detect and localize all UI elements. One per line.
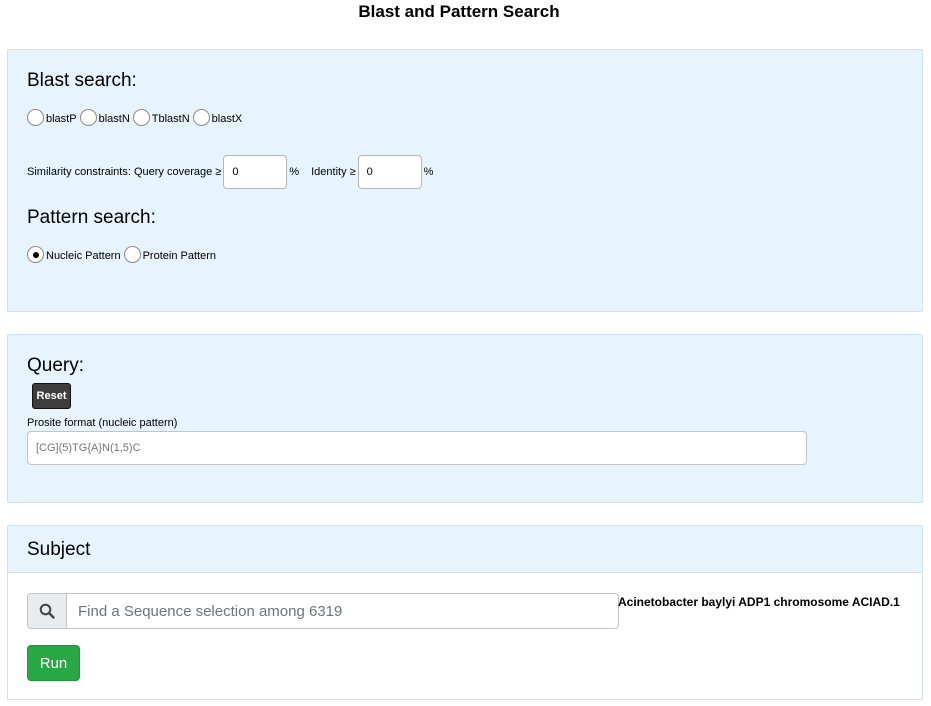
blastp-radio[interactable] (27, 109, 44, 126)
similarity-constraints: Similarity constraints: Query coverage ≥… (27, 155, 433, 189)
search-options-panel: Blast search: blastP blastN TblastN blas… (7, 49, 923, 312)
query-panel: Query: Reset Prosite format (nucleic pat… (7, 334, 923, 503)
blast-program-options: blastP blastN TblastN blastX (27, 109, 245, 126)
selected-sequence-label: Acinetobacter baylyi ADP1 chromosome ACI… (618, 595, 900, 609)
nucleic-pattern-label: Nucleic Pattern (46, 250, 121, 262)
query-heading: Query: (27, 355, 85, 376)
subject-header: Subject (8, 526, 922, 573)
prosite-format-label: Prosite format (nucleic pattern) (27, 417, 178, 429)
protein-pattern-radio[interactable] (123, 246, 141, 263)
subject-panel: Subject Acinetobacter baylyi ADP1 chromo… (7, 525, 923, 700)
nucleic-pattern-radio[interactable] (27, 246, 44, 263)
blastn-label: blastN (98, 113, 130, 125)
run-button[interactable]: Run (27, 645, 80, 681)
coverage-unit: % (289, 166, 300, 178)
reset-button[interactable]: Reset (32, 383, 71, 409)
coverage-label: Similarity constraints: Query coverage ≥ (27, 166, 222, 178)
pattern-input[interactable] (27, 431, 807, 465)
tblastn-label: TblastN (151, 113, 190, 125)
sequence-search-group (27, 593, 619, 629)
page-title: Blast and Pattern Search (358, 2, 560, 21)
search-icon (27, 593, 66, 629)
identity-input[interactable] (357, 155, 422, 189)
blastx-radio[interactable] (192, 109, 210, 126)
identity-label: Identity ≥ (311, 166, 356, 178)
blast-search-heading: Blast search: (27, 70, 137, 91)
subject-heading: Subject (27, 539, 91, 560)
blastp-label: blastP (46, 113, 77, 125)
protein-pattern-label: Protein Pattern (142, 250, 216, 262)
blastx-label: blastX (211, 113, 243, 125)
pattern-type-options: Nucleic Pattern Protein Pattern (27, 246, 219, 263)
tblastn-radio[interactable] (132, 109, 150, 126)
identity-unit: % (423, 166, 434, 178)
coverage-input[interactable] (223, 155, 288, 189)
pattern-search-heading: Pattern search: (27, 207, 156, 228)
sequence-search-input[interactable] (66, 593, 619, 629)
blastn-radio[interactable] (79, 109, 97, 126)
